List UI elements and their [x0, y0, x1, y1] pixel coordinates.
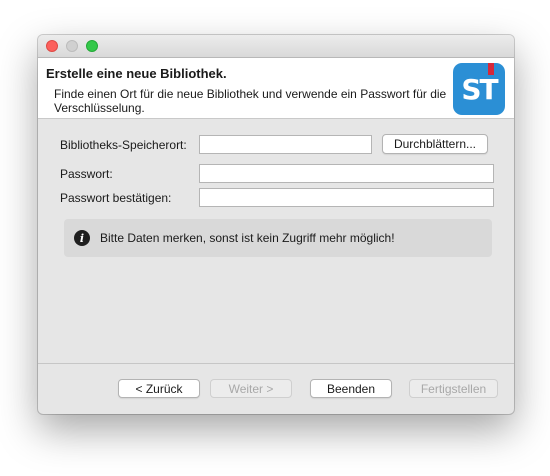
password-label: Passwort: — [60, 167, 113, 181]
confirm-password-input[interactable] — [199, 188, 494, 207]
location-input[interactable] — [199, 135, 372, 154]
location-label: Bibliotheks-Speicherort: — [60, 138, 187, 152]
password-input[interactable] — [199, 164, 494, 183]
wizard-window: Erstelle eine neue Bibliothek. Finde ein… — [38, 35, 514, 414]
maximize-window-button[interactable] — [86, 40, 98, 52]
back-button[interactable]: < Zurück — [118, 379, 200, 398]
minimize-window-button[interactable] — [66, 40, 78, 52]
page-description: Finde einen Ort für die neue Bibliothek … — [54, 87, 447, 115]
close-window-button[interactable] — [46, 40, 58, 52]
info-icon: i — [74, 230, 90, 246]
browse-button[interactable]: Durchblättern... — [382, 134, 488, 154]
info-message: Bitte Daten merken, sonst ist kein Zugri… — [100, 231, 395, 245]
cancel-button[interactable]: Beenden — [310, 379, 392, 398]
confirm-password-label: Passwort bestätigen: — [60, 191, 172, 205]
bookmark-ribbon-icon — [488, 63, 494, 75]
logo-text: ST — [461, 72, 498, 106]
info-message-box: i Bitte Daten merken, sonst ist kein Zug… — [64, 219, 492, 257]
wizard-header: Erstelle eine neue Bibliothek. Finde ein… — [38, 58, 514, 119]
footer-divider — [38, 363, 514, 364]
next-button[interactable]: Weiter > — [210, 379, 292, 398]
page-title: Erstelle eine neue Bibliothek. — [46, 66, 227, 81]
title-bar[interactable] — [38, 35, 514, 58]
app-logo-icon: ST — [453, 63, 505, 115]
finish-button[interactable]: Fertigstellen — [409, 379, 498, 398]
